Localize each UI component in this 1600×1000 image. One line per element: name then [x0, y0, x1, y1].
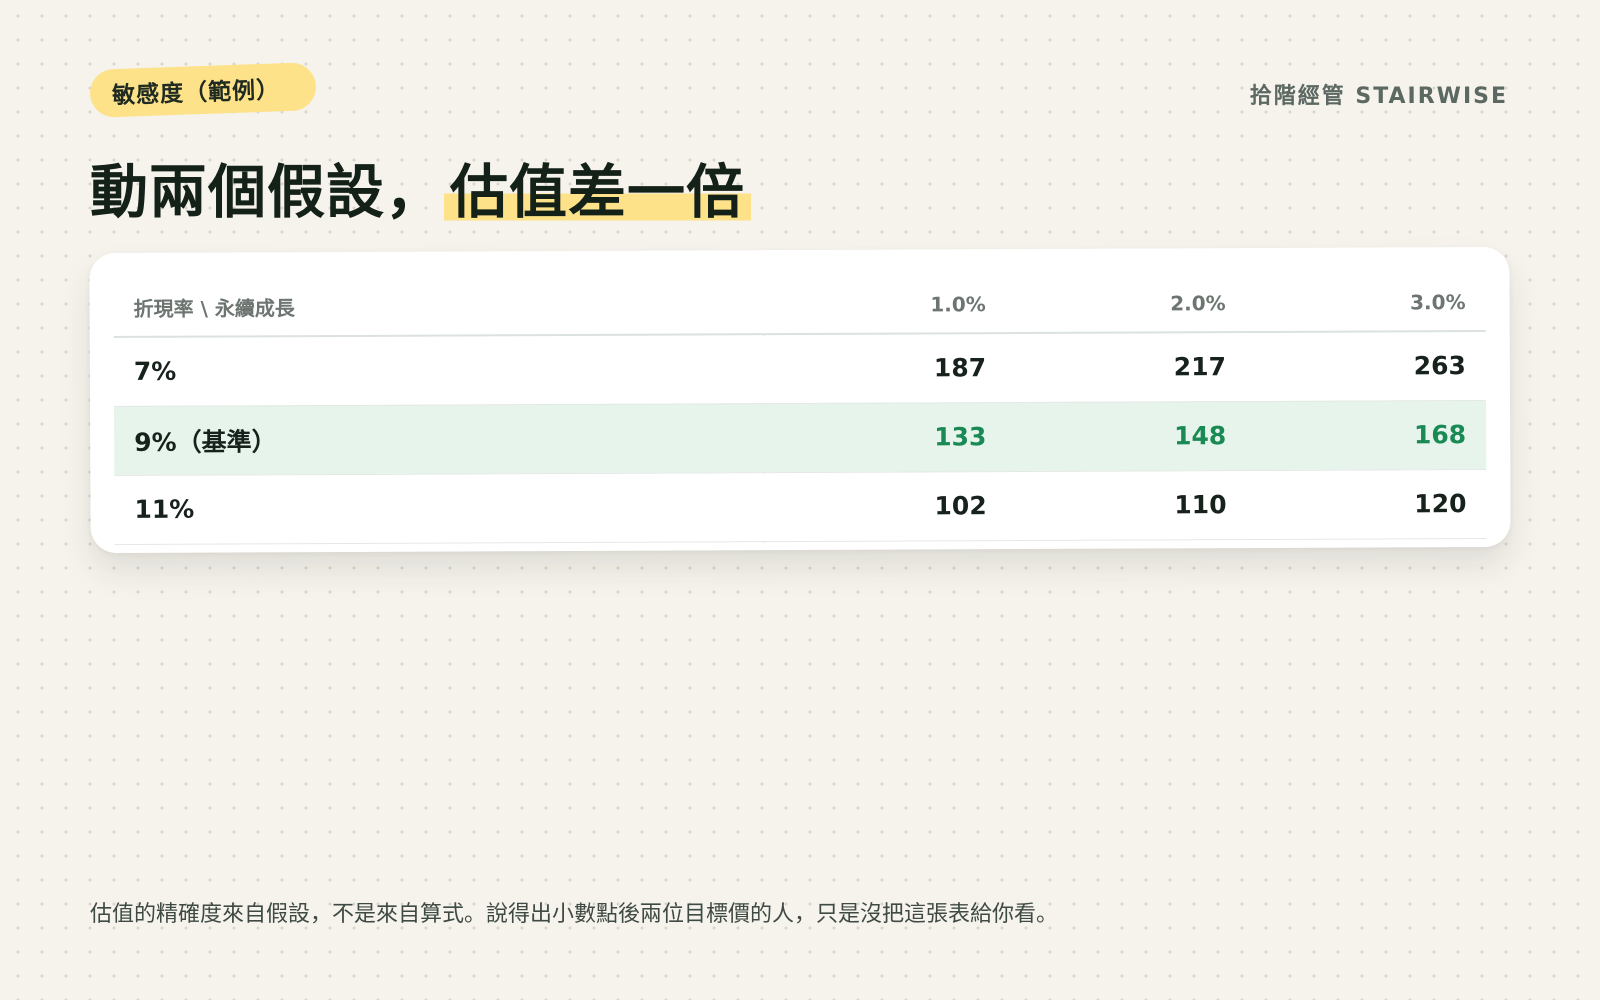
section-tag: 敏感度（範例） — [89, 62, 317, 118]
sensitivity-table: 折現率 \ 永續成長 1.0% 2.0% 3.0% 7% 187 217 263… — [113, 273, 1487, 544]
table-cell: 110 — [1006, 470, 1247, 541]
column-header: 3.0% — [1245, 273, 1486, 333]
page-title-highlight: 估值差一倍 — [444, 158, 752, 226]
corner-header: 折現率 \ 永續成長 — [113, 276, 767, 337]
table-row: 11% 102 110 120 — [114, 469, 1487, 544]
page-title-part1: 動兩個假設， — [90, 158, 445, 226]
sensitivity-card-wrapper: 折現率 \ 永續成長 1.0% 2.0% 3.0% 7% 187 217 263… — [89, 246, 1511, 554]
table-row: 7% 187 217 263 — [113, 331, 1487, 406]
table-row-baseline: 9%（基準） 133 148 168 — [114, 400, 1487, 475]
table-cell: 133 — [766, 402, 1007, 473]
table-cell: 168 — [1246, 400, 1487, 471]
page-title: 動兩個假設， 估值差一倍 — [90, 156, 752, 228]
section-tag-label: 敏感度（範例） — [111, 77, 281, 110]
footer-note: 估值的精確度來自假設，不是來自算式。說得出小數點後兩位目標價的人，只是沒把這張表… — [90, 902, 1059, 927]
table-cell: 148 — [1006, 401, 1247, 472]
table-header-row: 折現率 \ 永續成長 1.0% 2.0% 3.0% — [113, 273, 1486, 337]
table-cell: 263 — [1245, 331, 1487, 402]
table-cell: 102 — [766, 471, 1007, 542]
row-label: 11% — [114, 472, 767, 544]
sensitivity-card: 折現率 \ 永續成長 1.0% 2.0% 3.0% 7% 187 217 263… — [89, 246, 1511, 554]
column-header: 1.0% — [765, 275, 1006, 335]
row-label: 9%（基準） — [114, 403, 767, 475]
table-cell: 217 — [1005, 332, 1247, 403]
column-header: 2.0% — [1005, 274, 1246, 334]
brand-logo-text: 拾階經管 STAIRWISE — [1249, 84, 1508, 109]
table-cell: 187 — [766, 333, 1007, 404]
row-label: 7% — [113, 334, 767, 406]
table-cell: 120 — [1246, 469, 1487, 540]
